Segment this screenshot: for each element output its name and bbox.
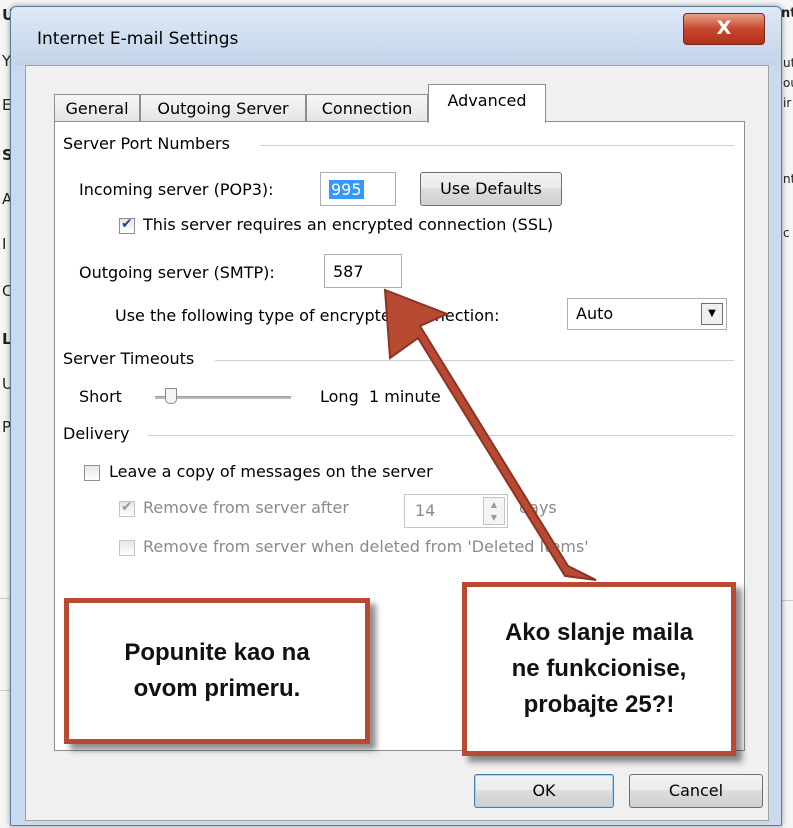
- bg-letter: I: [2, 235, 7, 253]
- left-annotation-callout: Popunite kao na ovom primeru.: [64, 598, 370, 744]
- incoming-port-value: 995: [329, 180, 364, 199]
- bg-letter: nt: [783, 172, 793, 186]
- stepper-arrows-icon[interactable]: ▲ ▼: [483, 497, 505, 525]
- server-port-numbers-group-label: Server Port Numbers: [63, 134, 230, 153]
- timeout-short-label: Short: [79, 387, 122, 406]
- incoming-server-label: Incoming server (POP3):: [79, 180, 274, 199]
- ssl-label: This server requires an encrypted connec…: [143, 215, 554, 234]
- close-icon: X: [716, 17, 732, 39]
- timeout-value-label: 1 minute: [369, 387, 441, 406]
- remove-after-label: Remove from server after: [143, 498, 349, 517]
- days-stepper[interactable]: 14 ▲ ▼: [404, 494, 508, 528]
- bg-letter: ir: [783, 96, 792, 110]
- leave-copy-checkbox[interactable]: [84, 465, 100, 481]
- close-button[interactable]: X: [683, 13, 765, 45]
- ssl-checkbox[interactable]: [119, 216, 135, 234]
- cancel-button[interactable]: Cancel: [629, 774, 763, 808]
- bg-divider: [781, 600, 793, 601]
- days-label: days: [519, 498, 557, 517]
- server-timeouts-group-label: Server Timeouts: [63, 349, 195, 368]
- leave-copy-label: Leave a copy of messages on the server: [109, 462, 433, 481]
- group-divider: [215, 360, 734, 361]
- remove-deleted-label: Remove from server when deleted from 'De…: [143, 537, 589, 556]
- bg-letter: ou: [783, 76, 793, 90]
- tab-advanced[interactable]: Advanced: [428, 84, 546, 123]
- remove-deleted-checkbox[interactable]: [119, 540, 135, 556]
- encryption-type-select[interactable]: Auto ▼: [567, 298, 727, 330]
- dialog-title: Internet E-mail Settings: [37, 29, 239, 49]
- outgoing-server-label: Outgoing server (SMTP):: [79, 263, 275, 282]
- bg-letter: nt: [781, 6, 793, 21]
- encryption-type-value: Auto: [576, 304, 614, 323]
- bg-divider: [0, 690, 10, 691]
- title-bar: Internet E-mail Settings X: [11, 7, 781, 65]
- group-divider: [260, 145, 734, 146]
- encryption-type-label: Use the following type of encrypted conn…: [115, 306, 500, 325]
- delivery-group-label: Delivery: [63, 424, 130, 443]
- tab-general[interactable]: General: [54, 94, 140, 123]
- tab-connection[interactable]: Connection: [306, 94, 428, 123]
- ok-button[interactable]: OK: [474, 774, 614, 808]
- timeout-long-label: Long: [320, 387, 359, 406]
- timeout-slider-thumb[interactable]: [165, 388, 177, 404]
- bg-letter: c: [783, 226, 790, 240]
- outgoing-port-input[interactable]: 587: [324, 254, 402, 288]
- tab-outgoing-server[interactable]: Outgoing Server: [140, 94, 306, 123]
- outgoing-port-value: 587: [333, 262, 364, 281]
- bg-letter: ut: [783, 56, 793, 70]
- bg-divider: [0, 598, 10, 599]
- group-divider: [147, 435, 734, 436]
- remove-after-checkbox[interactable]: [119, 499, 135, 517]
- right-annotation-callout: Ako slanje maila ne funkcionise, probajt…: [462, 582, 736, 756]
- chevron-down-icon[interactable]: ▼: [701, 303, 723, 325]
- incoming-port-input[interactable]: 995: [320, 172, 396, 206]
- use-defaults-button[interactable]: Use Defaults: [420, 172, 562, 206]
- days-value: 14: [415, 501, 436, 520]
